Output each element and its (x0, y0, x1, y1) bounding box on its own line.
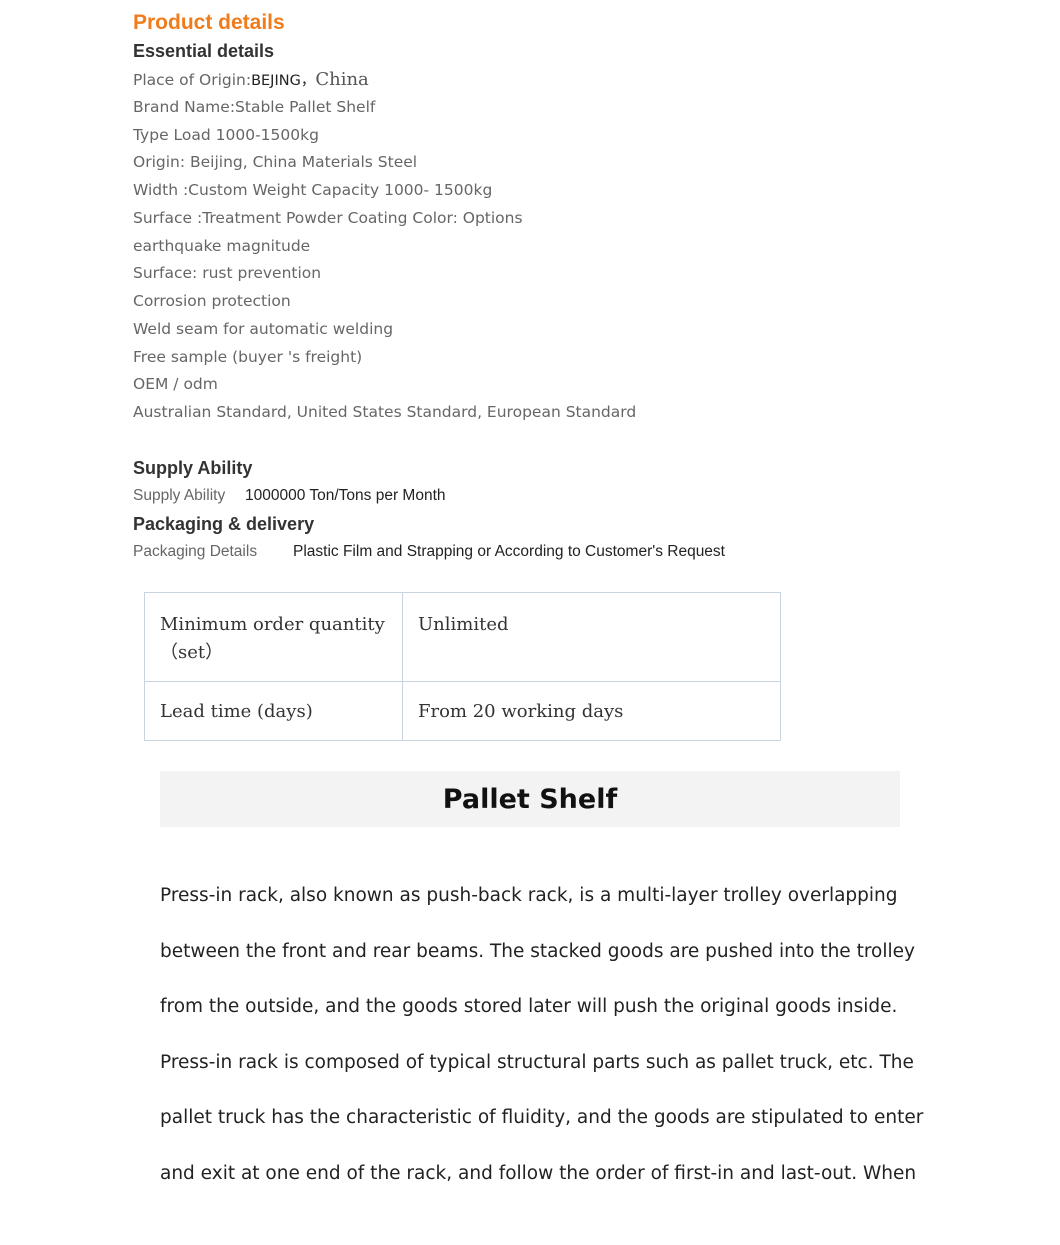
paragraph-line: between the front and rear beams. The st… (160, 940, 915, 962)
detail-line: OEM / odm (133, 375, 218, 393)
lead-time-value: From 20 working days (402, 681, 781, 741)
banner-title: Pallet Shelf (442, 783, 618, 815)
origin-country: China (315, 69, 369, 90)
packaging-details-value: Plastic Film and Strapping or According … (293, 543, 725, 560)
lead-time-label: Lead time (days) (144, 681, 403, 741)
detail-line: Australian Standard, United States Stand… (133, 403, 637, 421)
essential-details-heading: Essential details (133, 41, 275, 61)
origin-label: Place of Origin: (133, 71, 252, 89)
detail-line: Weld seam for automatic welding (133, 320, 394, 338)
min-order-quantity-label: Minimum order quantity （set） (144, 592, 403, 682)
supply-ability-label: Supply Ability (133, 487, 226, 504)
detail-line: Origin: Beijing, China Materials Steel (133, 153, 418, 171)
paragraph-line: Press-in rack, also known as push-back r… (160, 885, 898, 906)
detail-line: Surface :Treatment Powder Coating Color:… (133, 209, 523, 227)
min-order-quantity-value: Unlimited (402, 592, 781, 682)
paragraph-line: pallet truck has the characteristic of f… (160, 1107, 924, 1128)
detail-line: earthquake magnitude (133, 237, 311, 255)
paragraph-line: Press-in rack is composed of typical str… (160, 1051, 914, 1073)
table-row: Lead time (days) From 20 working days (144, 681, 781, 741)
detail-line: Width :Custom Weight Capacity 1000- 1500… (133, 181, 493, 199)
detail-line: Type Load 1000-1500kg (133, 126, 319, 144)
detail-line: Surface: rust prevention (133, 264, 322, 282)
table-row: Minimum order quantity （set） Unlimited (144, 592, 781, 682)
origin-city: BEJING， (251, 73, 316, 89)
detail-line: Corrosion protection (133, 292, 291, 310)
packaging-delivery-heading: Packaging & delivery (133, 514, 315, 534)
description-paragraph: Press-in rack, also known as push-back r… (160, 868, 924, 1201)
product-details-title: Product details (133, 11, 285, 34)
detail-line: Free sample (buyer 's freight) (133, 348, 363, 366)
detail-line: Brand Name:Stable Pallet Shelf (133, 98, 376, 116)
order-spec-table: Minimum order quantity （set） Unlimited L… (144, 592, 781, 741)
supply-ability-value: 1000000 Ton/Tons per Month (245, 487, 446, 504)
packaging-details-label: Packaging Details (133, 543, 258, 560)
supply-ability-heading: Supply Ability (133, 458, 253, 478)
paragraph-line: from the outside, and the goods stored l… (160, 996, 898, 1017)
paragraph-line: and exit at one end of the rack, and fol… (160, 1162, 917, 1184)
place-of-origin-line: Place of Origin:BEJING，China (133, 70, 369, 91)
section-banner: Pallet Shelf (160, 771, 900, 827)
